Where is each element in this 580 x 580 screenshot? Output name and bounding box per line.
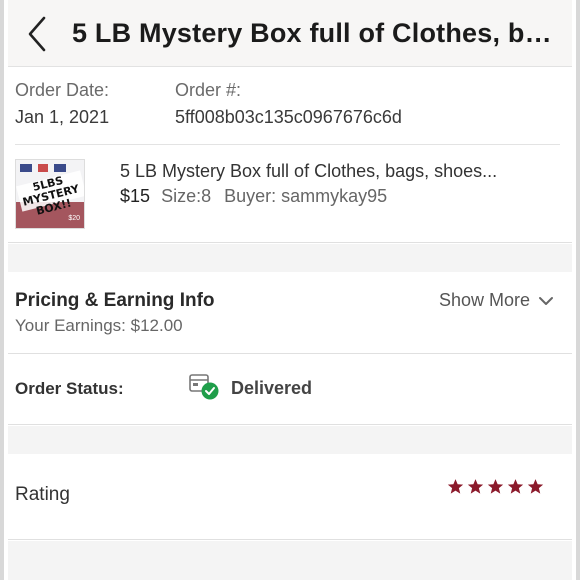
rating-stars <box>447 478 544 495</box>
star-icon <box>527 479 544 494</box>
rating-label: Rating <box>15 484 70 505</box>
status-value: Delivered <box>231 378 313 398</box>
star-icon <box>467 479 484 494</box>
thumbnail-price: $20 <box>68 215 80 222</box>
item-size: Size:8 <box>161 186 212 206</box>
order-number: Order #: 5ff008b03c135c0967676c6d <box>175 80 402 128</box>
order-date: Order Date: Jan 1, 2021 <box>15 80 109 128</box>
status-section: Order Status: Delivered <box>8 355 572 425</box>
order-meta: Order Date: Jan 1, 2021 Order #: 5ff008b… <box>8 67 572 145</box>
earnings-text: Your Earnings: $12.00 <box>15 316 183 335</box>
item-buyer: Buyer: sammykay95 <box>224 186 388 206</box>
show-more-button[interactable]: Show More <box>439 290 554 311</box>
chevron-down-icon <box>539 296 553 305</box>
order-number-value: 5ff008b03c135c0967676c6d <box>175 107 402 127</box>
star-icon <box>487 479 504 494</box>
rating-section: Rating <box>8 454 572 540</box>
star-icon <box>507 479 524 494</box>
back-button[interactable] <box>22 14 56 54</box>
page-title: 5 LB Mystery Box full of Clothes, ba... <box>72 18 562 48</box>
item-details: $15 Size:8 Buyer: sammykay95 <box>120 186 387 207</box>
item-thumbnail[interactable]: 5LBS MYSTERY BOX!! $20 <box>15 159 85 229</box>
header: 5 LB Mystery Box full of Clothes, ba... <box>8 0 572 67</box>
section-gap <box>8 244 572 272</box>
section-gap <box>8 426 572 454</box>
pricing-section: Pricing & Earning Info Your Earnings: $1… <box>8 272 572 354</box>
pricing-title: Pricing & Earning Info <box>15 290 215 311</box>
order-number-label: Order #: <box>175 80 242 100</box>
show-more-label: Show More <box>438 290 530 310</box>
delivered-box-icon <box>188 372 224 402</box>
section-gap <box>8 541 572 580</box>
order-item[interactable]: 5LBS MYSTERY BOX!! $20 5 LB Mystery Box … <box>8 145 572 243</box>
order-date-value: Jan 1, 2021 <box>15 107 110 127</box>
status-label: Order Status: <box>15 379 124 398</box>
chevron-left-icon <box>28 16 46 52</box>
star-icon <box>447 479 464 494</box>
order-date-label: Order Date: <box>15 80 110 100</box>
item-title: 5 LB Mystery Box full of Clothes, bags, … <box>120 161 498 181</box>
screen-frame: 5 LB Mystery Box full of Clothes, ba... … <box>0 0 580 580</box>
item-price: $15 <box>120 186 151 206</box>
